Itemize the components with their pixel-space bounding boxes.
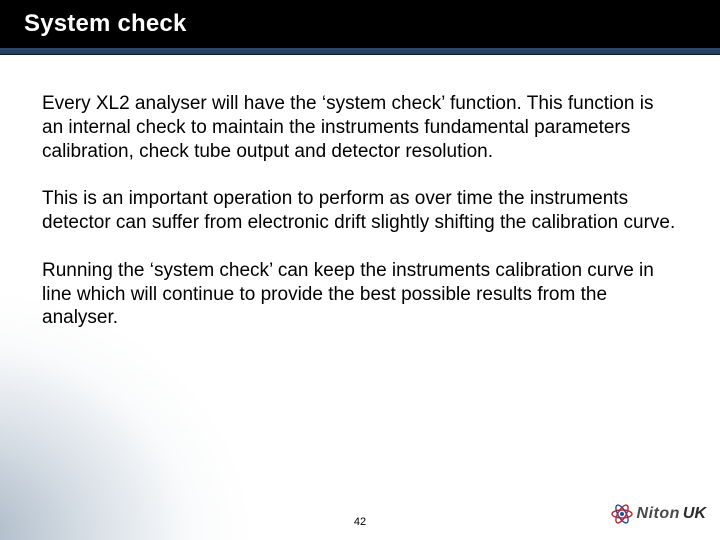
paragraph: This is an important operation to perfor… <box>42 187 678 235</box>
atom-icon <box>610 502 634 526</box>
page-number: 42 <box>354 516 366 528</box>
footer: 42 NitonUK <box>0 506 720 530</box>
body-text: Every XL2 analyser will have the ‘system… <box>42 92 678 354</box>
title-bar: System check <box>0 0 720 48</box>
paragraph: Running the ‘system check’ can keep the … <box>42 259 678 330</box>
paragraph: Every XL2 analyser will have the ‘system… <box>42 92 678 163</box>
slide-title: System check <box>24 10 187 38</box>
brand-logo: NitonUK <box>610 502 706 526</box>
slide: System check Every XL2 analyser will hav… <box>0 0 720 540</box>
logo-brand-text: Niton <box>637 505 680 523</box>
title-underline <box>0 48 720 55</box>
logo-suffix-text: UK <box>683 505 706 523</box>
